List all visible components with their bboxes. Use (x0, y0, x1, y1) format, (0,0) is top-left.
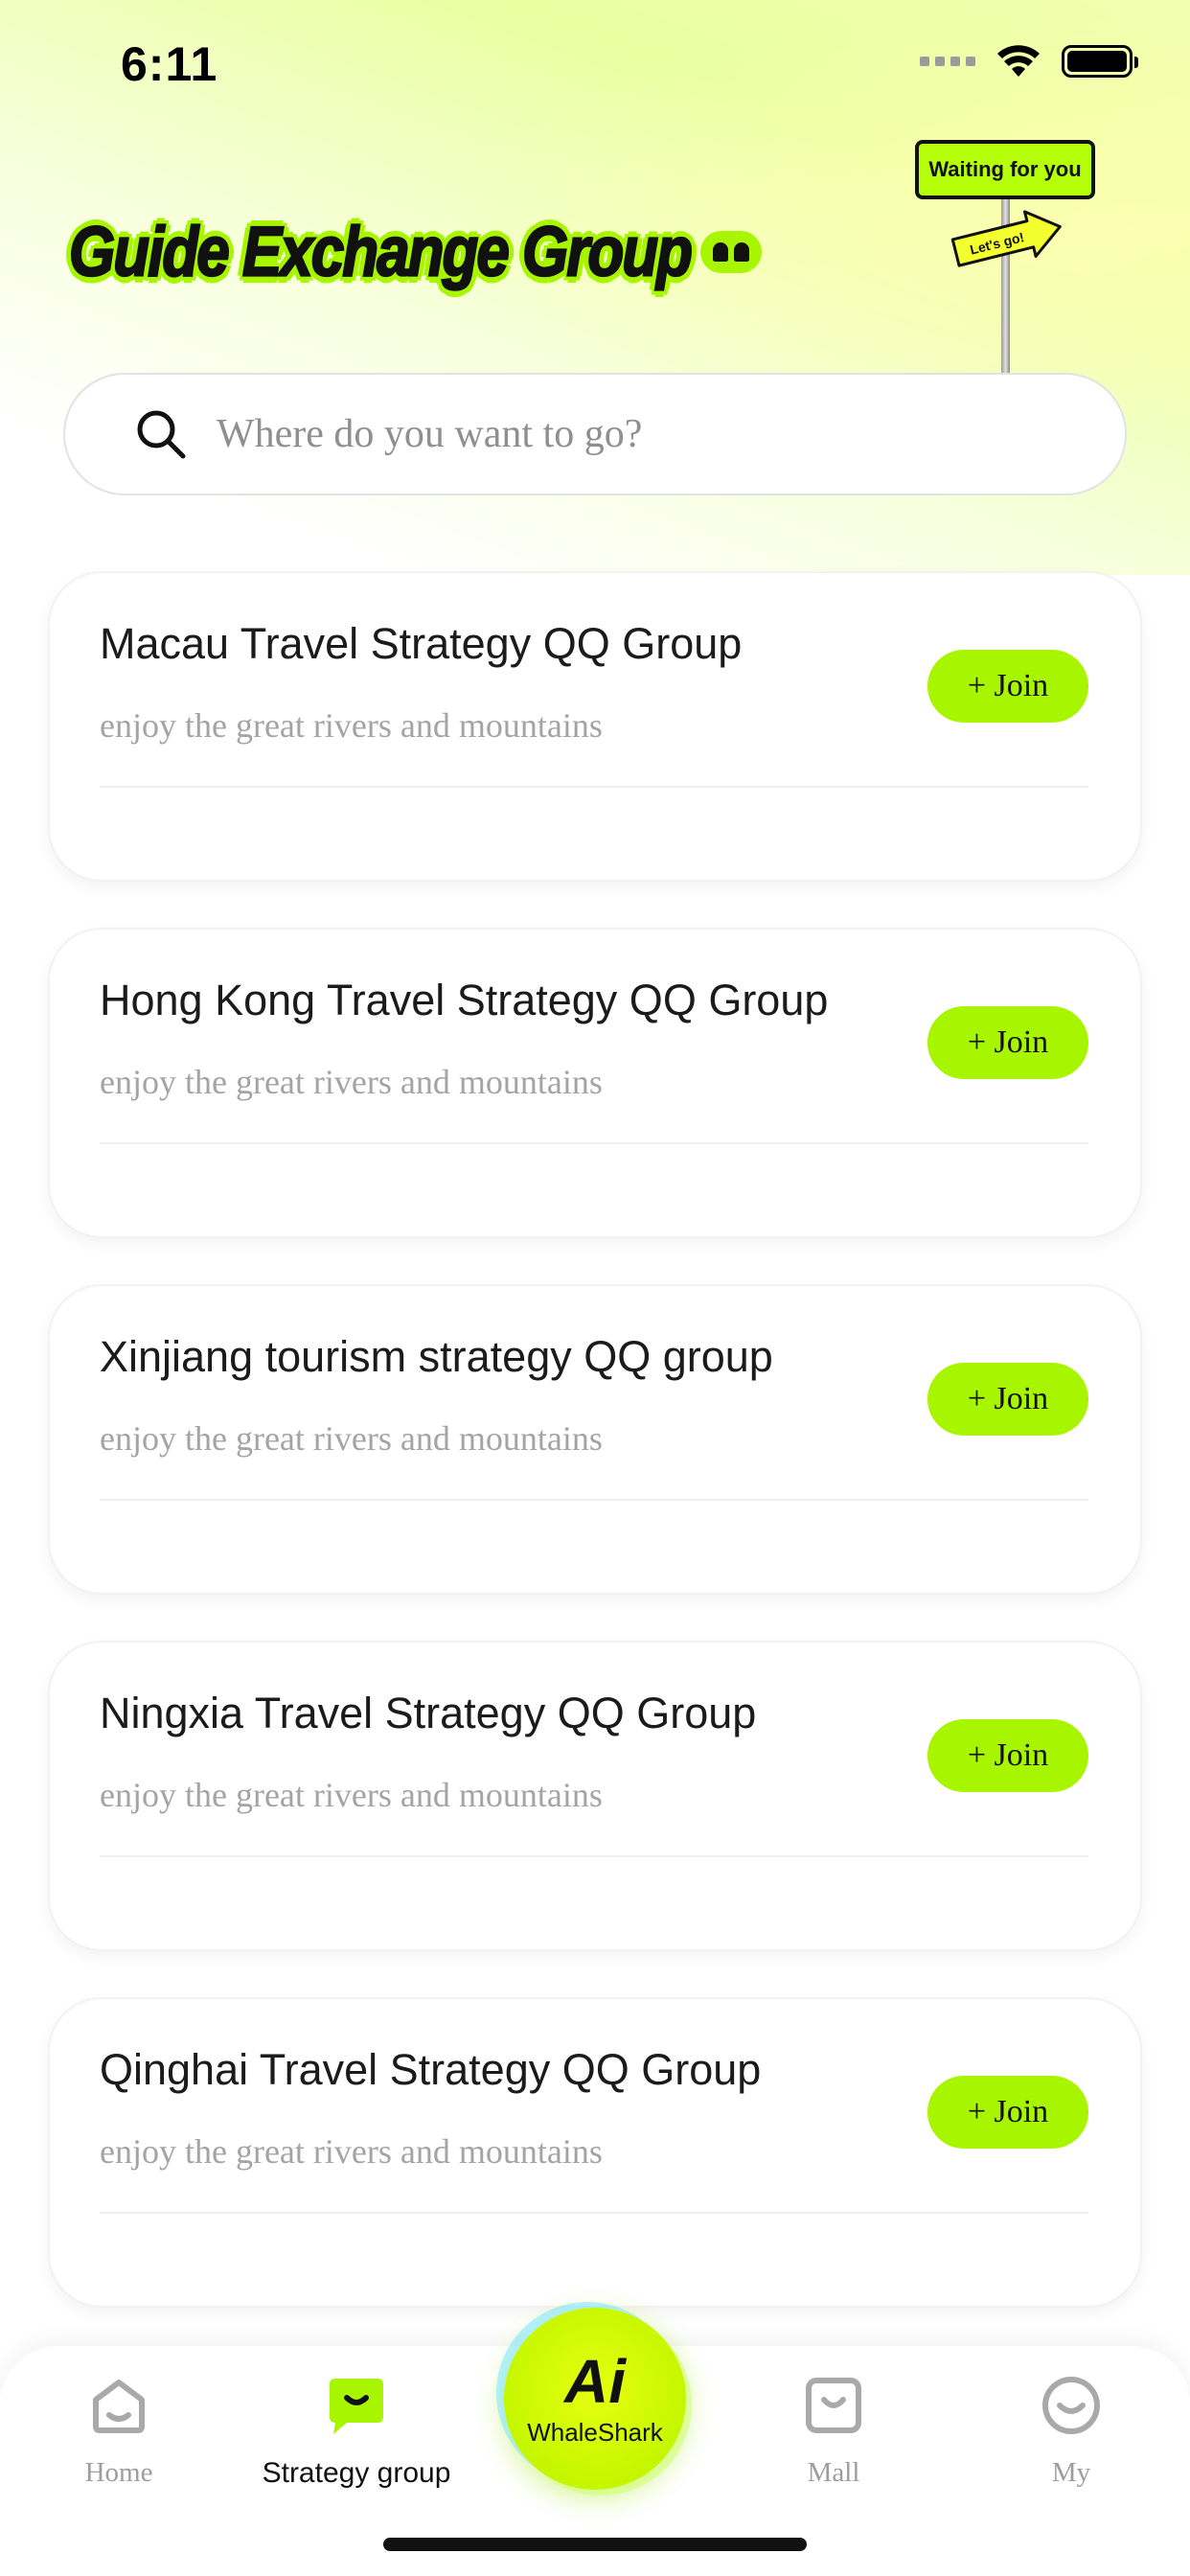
page-title-text: Guide Exchange Group (68, 212, 694, 292)
group-card: Hong Kong Travel Strategy QQ Group enjoy… (50, 930, 1140, 1236)
group-subtitle: enjoy the great rivers and mountains (100, 1419, 603, 1458)
tab-my-label: My (1051, 2457, 1091, 2488)
tab-home-label: Home (84, 2457, 153, 2488)
group-subtitle: enjoy the great rivers and mountains (100, 1063, 603, 1101)
search-input[interactable] (217, 411, 1125, 457)
tab-my[interactable]: My (975, 2375, 1167, 2489)
group-title: Hong Kong Travel Strategy QQ Group (100, 976, 829, 1024)
join-button[interactable]: + Join (927, 650, 1088, 723)
join-button[interactable]: + Join (927, 1719, 1088, 1792)
cellular-signal-icon (920, 57, 975, 66)
battery-icon (1062, 45, 1138, 78)
page-title: Guide Exchange Group (68, 209, 762, 295)
tab-strategy-group[interactable]: Strategy group (261, 2375, 452, 2490)
tab-mall-label: Mall (807, 2457, 860, 2488)
tab-strategy-label: Strategy group (262, 2457, 451, 2489)
card-divider (100, 2212, 1088, 2214)
search-icon (137, 410, 186, 459)
search-bar[interactable] (63, 373, 1127, 495)
home-icon (93, 2380, 145, 2433)
status-time: 6:11 (121, 37, 218, 91)
group-subtitle: enjoy the great rivers and mountains (100, 706, 603, 745)
status-bar: 6:11 (0, 0, 1190, 134)
wifi-icon (997, 45, 1040, 77)
group-card: Xinjiang tourism strategy QQ group enjoy… (50, 1286, 1140, 1593)
ai-sparkle-icon: Ai (564, 2346, 626, 2416)
ai-label: WhaleShark (527, 2417, 663, 2447)
group-card: Macau Travel Strategy QQ Group enjoy the… (50, 573, 1140, 880)
tab-mall[interactable]: Mall (738, 2375, 929, 2489)
join-button[interactable]: + Join (927, 1006, 1088, 1079)
card-divider (100, 1499, 1088, 1501)
home-indicator (383, 2538, 807, 2551)
group-title: Xinjiang tourism strategy QQ group (100, 1332, 773, 1381)
group-card: Qinghai Travel Strategy QQ Group enjoy t… (50, 1999, 1140, 2306)
group-card: Ningxia Travel Strategy QQ Group enjoy t… (50, 1643, 1140, 1949)
group-title: Ningxia Travel Strategy QQ Group (100, 1689, 757, 1737)
tab-home[interactable]: Home (23, 2375, 215, 2489)
group-title: Qinghai Travel Strategy QQ Group (100, 2045, 762, 2094)
strategy-chat-icon (330, 2379, 383, 2434)
group-subtitle: enjoy the great rivers and mountains (100, 2132, 603, 2171)
sign-waiting-label: Waiting for you (915, 140, 1095, 199)
status-icons (920, 44, 1138, 79)
eyes-icon (700, 231, 762, 273)
shopping-bag-icon (806, 2378, 861, 2433)
card-divider (100, 1855, 1088, 1857)
profile-smile-icon (1042, 2377, 1100, 2434)
ai-whaleshark-button[interactable]: Ai WhaleShark (504, 2308, 686, 2490)
signpost-illustration: Waiting for you Let's go! (912, 138, 1104, 376)
card-divider (100, 786, 1088, 788)
group-title: Macau Travel Strategy QQ Group (100, 619, 743, 668)
join-button[interactable]: + Join (927, 1363, 1088, 1436)
card-divider (100, 1142, 1088, 1144)
group-subtitle: enjoy the great rivers and mountains (100, 1776, 603, 1814)
join-button[interactable]: + Join (927, 2076, 1088, 2149)
